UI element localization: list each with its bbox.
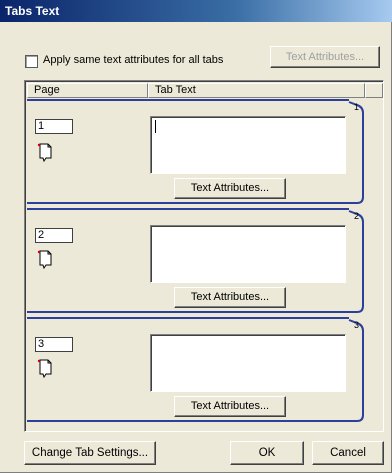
document-page-icon	[37, 143, 52, 163]
tab-number: 3	[354, 320, 360, 330]
text-attributes-button[interactable]: Text Attributes...	[174, 178, 286, 199]
list-header: Page Tab Text	[27, 83, 383, 98]
document-page-icon	[37, 359, 52, 379]
change-tab-settings-button[interactable]: Change Tab Settings...	[24, 441, 156, 465]
tabs-list: Page Tab Text 1 1 Text Attributes... 2 2…	[24, 80, 384, 432]
column-header-spacer	[365, 83, 383, 98]
cancel-button[interactable]: Cancel	[312, 441, 384, 465]
tab-number: 2	[354, 211, 360, 221]
column-header-page[interactable]: Page	[27, 83, 148, 98]
document-page-icon	[37, 250, 52, 270]
column-header-tab-text[interactable]: Tab Text	[148, 83, 365, 98]
window-title: Tabs Text	[0, 0, 392, 22]
tab-text-field[interactable]	[150, 334, 346, 392]
page-number-field[interactable]: 3	[35, 337, 73, 352]
global-text-attributes-button[interactable]: Text Attributes...	[270, 46, 380, 68]
apply-same-attributes-label: Apply same text attributes for all tabs	[43, 54, 224, 66]
tab-number: 1	[354, 102, 360, 112]
apply-same-attributes-checkbox[interactable]	[25, 55, 38, 68]
text-attributes-button[interactable]: Text Attributes...	[174, 396, 286, 417]
text-caret	[155, 120, 156, 133]
page-number-field[interactable]: 2	[35, 228, 73, 243]
text-attributes-button[interactable]: Text Attributes...	[174, 287, 286, 308]
tabs-text-dialog: Tabs Text Apply same text attributes for…	[0, 0, 392, 473]
tab-row: 3 3 Text Attributes...	[27, 317, 365, 423]
tab-row: 2 2 Text Attributes...	[27, 208, 365, 314]
tab-row: 1 1 Text Attributes...	[27, 99, 365, 205]
page-number-field[interactable]: 1	[35, 119, 73, 134]
tab-text-field[interactable]	[150, 116, 346, 174]
ok-button[interactable]: OK	[230, 441, 304, 465]
tab-text-field[interactable]	[150, 225, 346, 283]
